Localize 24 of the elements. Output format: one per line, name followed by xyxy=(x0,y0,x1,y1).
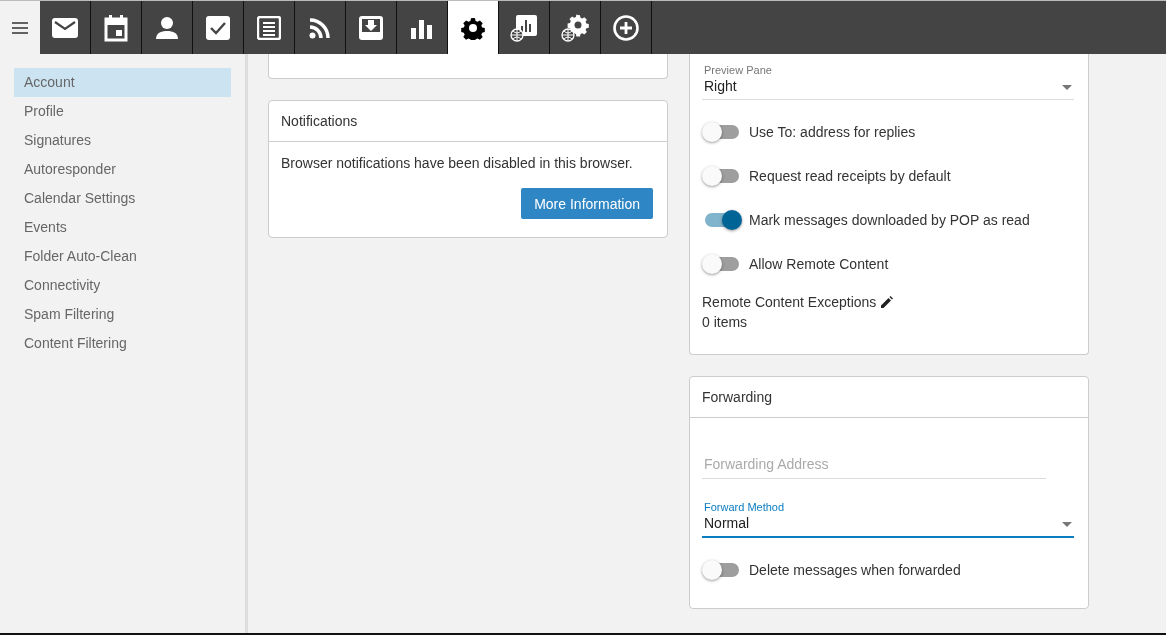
more-information-button[interactable]: More Information xyxy=(521,188,653,219)
toggle-label: Delete messages when forwarded xyxy=(749,562,961,578)
sidebar-item[interactable]: Folder Auto-Clean xyxy=(14,242,231,271)
sidebar-item[interactable]: Connectivity xyxy=(14,271,231,300)
sidebar-item[interactable]: Signatures xyxy=(14,126,231,155)
sidebar-item[interactable]: Account xyxy=(14,68,231,97)
sidebar-item[interactable]: Profile xyxy=(14,97,231,126)
forward-method-select[interactable]: Forward Method Normal xyxy=(702,501,1074,538)
sidebar-item[interactable]: Autoresponder xyxy=(14,155,231,184)
sidebar-item[interactable]: Calendar Settings xyxy=(14,184,231,213)
sidebar-item[interactable]: Content Filtering xyxy=(14,329,231,358)
toggle-label: Allow Remote Content xyxy=(749,256,889,272)
toggle-label: Use To: address for replies xyxy=(749,124,916,140)
card-title: Notifications xyxy=(281,113,358,129)
card-title: Forwarding xyxy=(702,389,773,405)
forwarding-address-field[interactable]: Forwarding Address xyxy=(702,456,1046,479)
sidebar-item[interactable]: Events xyxy=(14,213,231,242)
sidebar-item[interactable]: Spam Filtering xyxy=(14,300,231,329)
toggle-label: Request read receipts by default xyxy=(749,168,951,184)
exceptions-count: 0 items xyxy=(702,313,749,332)
notification-message: Browser notifications have been disabled in this browser. xyxy=(281,154,634,172)
toggle-label: Mark messages downloaded by POP as read xyxy=(749,212,1030,228)
exceptions-label: Remote Content Exceptions xyxy=(702,293,877,312)
preview-pane-select[interactable]: Preview Pane Right xyxy=(702,64,1074,100)
